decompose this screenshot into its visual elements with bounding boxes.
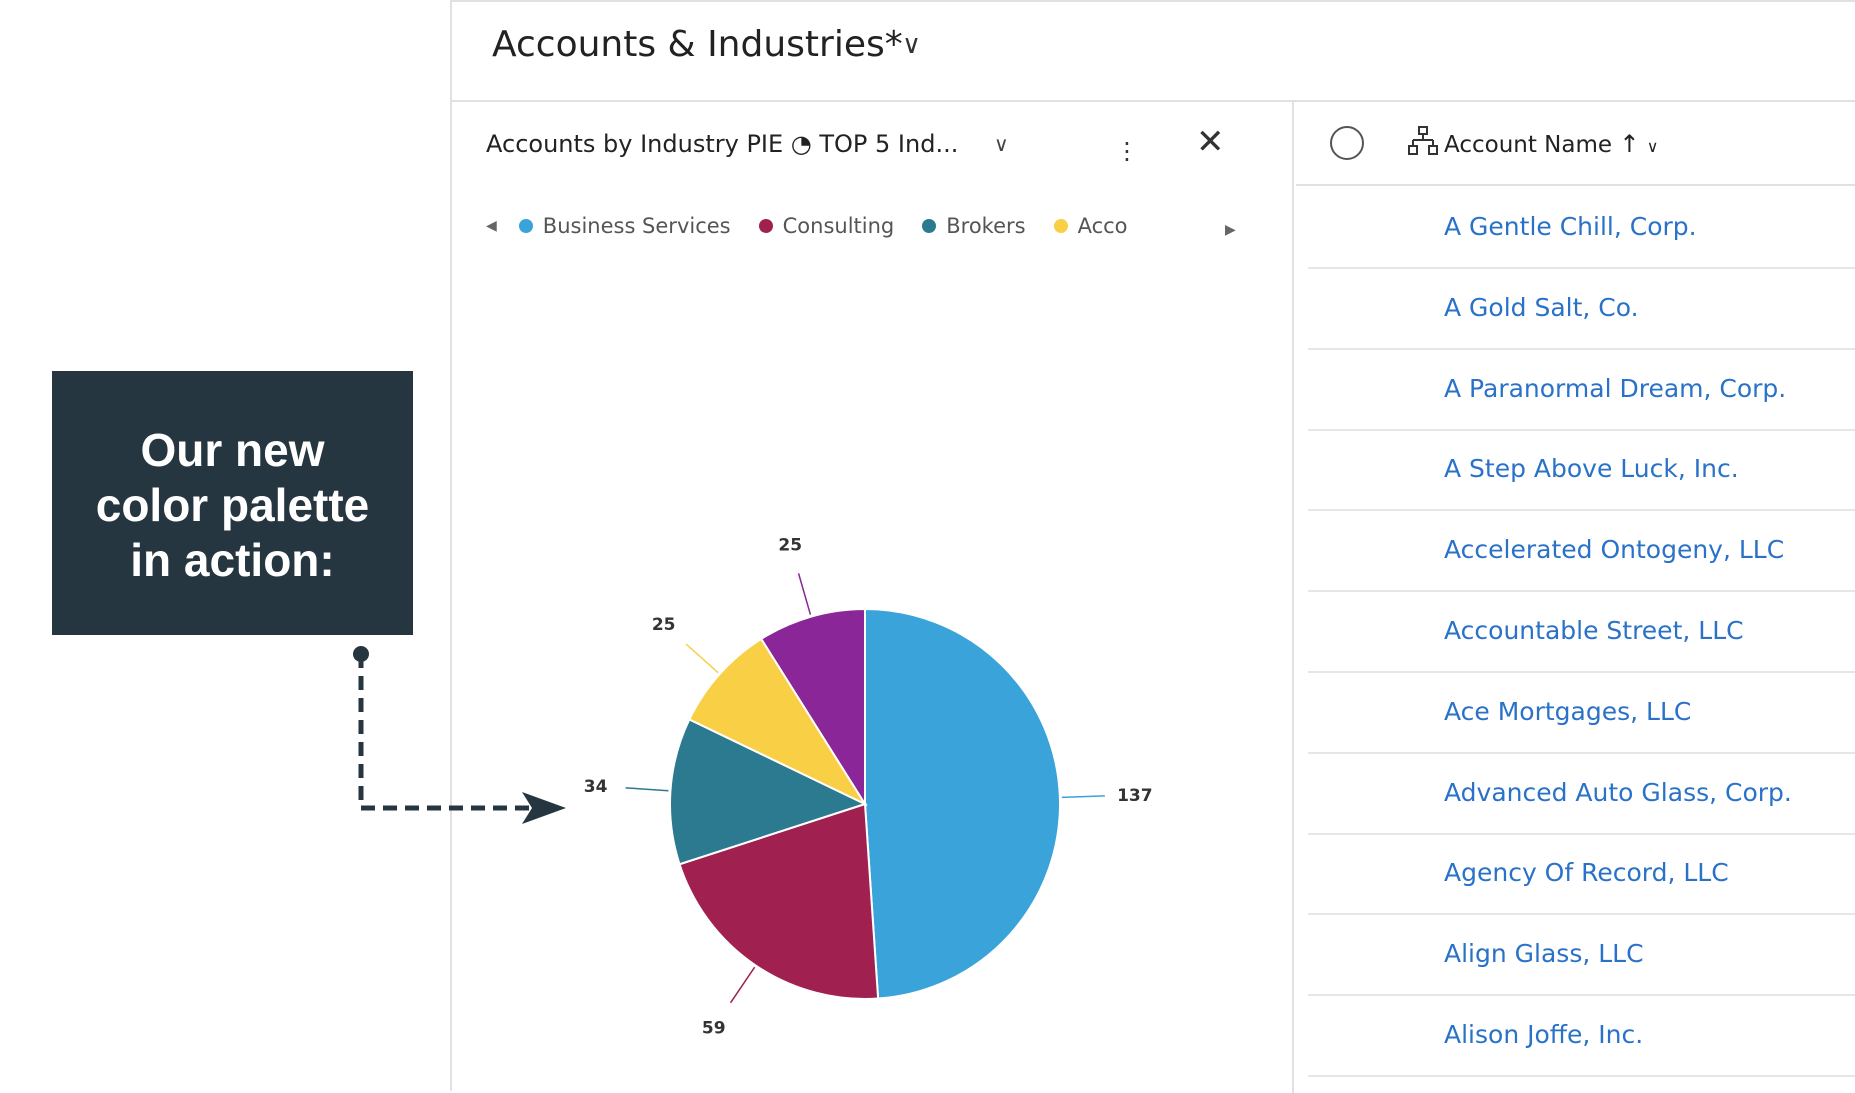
data-label: 25 [778, 536, 802, 556]
data-label: 137 [1117, 786, 1153, 806]
pie-slice[interactable] [864, 607, 1061, 1000]
leader-line [1061, 795, 1105, 799]
leader-line [797, 573, 812, 615]
data-label: 59 [702, 1019, 726, 1039]
leader-line [625, 787, 669, 792]
data-label: 34 [584, 777, 608, 797]
data-label: 25 [652, 615, 676, 635]
pie-chart: 137 59 34 25 25 [584, 536, 1153, 1039]
leader-line [729, 966, 756, 1004]
leader-line [685, 643, 719, 674]
